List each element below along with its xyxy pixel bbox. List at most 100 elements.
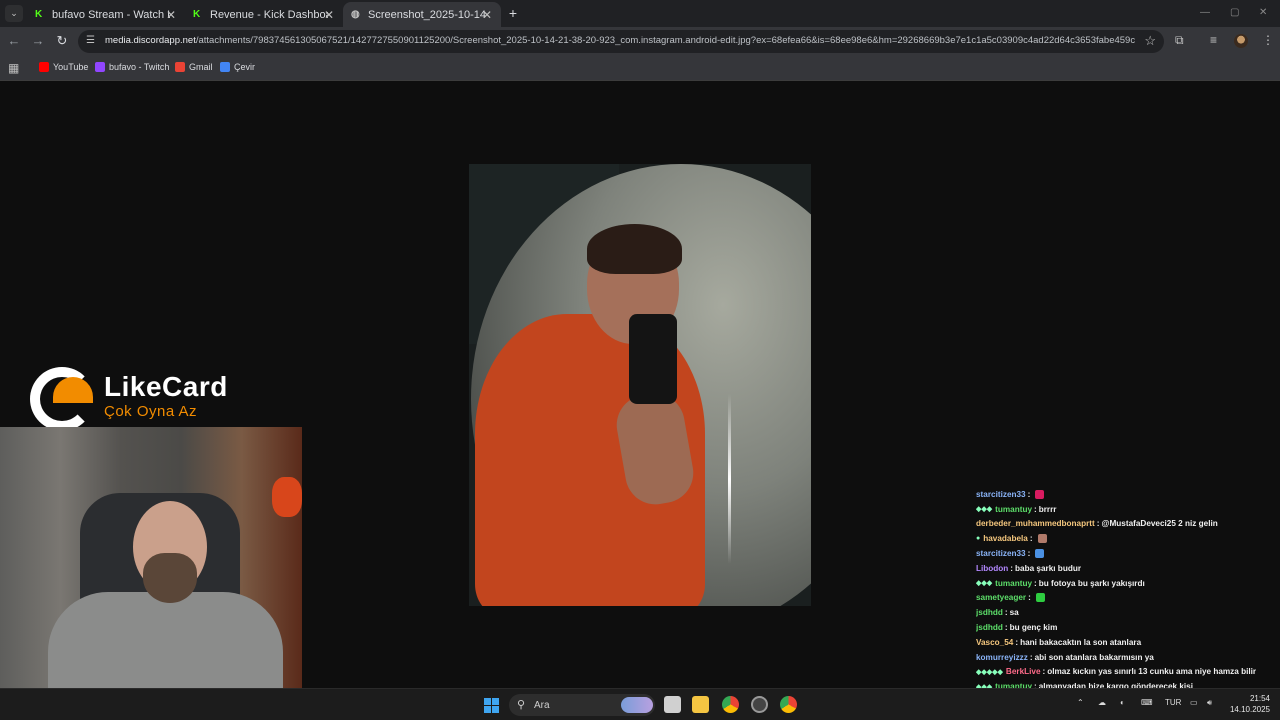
volume-icon[interactable]: 🔊︎ xyxy=(1207,698,1212,708)
bookmark-youtube[interactable]: YouTube xyxy=(39,62,88,72)
obs-icon[interactable] xyxy=(751,696,768,713)
chat-username[interactable]: BerkLive xyxy=(1006,667,1041,676)
taskbar-search[interactable]: ⚲ Ara xyxy=(509,694,655,716)
browser-toolbar: ← → ↻ ☰ media.discordapp.net/attachments… xyxy=(0,27,1280,56)
chat-username[interactable]: havadabela xyxy=(983,534,1028,543)
chat-message: ◆◆◆ tumantuy : brrrr xyxy=(976,502,1276,517)
search-icon: ⚲ xyxy=(517,699,526,711)
gmail-icon xyxy=(175,62,185,72)
chat-separator: : xyxy=(1096,519,1100,529)
close-icon[interactable]: ✕ xyxy=(482,8,492,22)
url-text[interactable]: media.discordapp.net/attachments/7983745… xyxy=(105,35,1135,46)
task-view-icon[interactable] xyxy=(664,696,681,713)
youtube-icon xyxy=(39,62,49,72)
chat-message: jsdhdd : bu genç kim xyxy=(976,620,1276,635)
chat-username[interactable]: jsdhdd xyxy=(976,623,1003,632)
tab-search-button[interactable]: ⌄ xyxy=(5,5,23,22)
extensions-icon[interactable]: ⧉ xyxy=(1175,33,1184,48)
webcam-lamp xyxy=(272,477,302,517)
bookmark-translate[interactable]: Çevir xyxy=(220,62,255,72)
chat-username[interactable]: Vasco_54 xyxy=(976,638,1013,647)
reload-icon[interactable]: ↻ xyxy=(54,33,70,49)
chat-emote-icon xyxy=(1035,489,1045,499)
chat-text: bu genç kim xyxy=(1009,623,1058,633)
tray-chevron-icon[interactable]: ⌃ xyxy=(1077,698,1084,707)
bookmarks-bar: ▦ YouTube bufavo - Twitch Gmail Çevir xyxy=(0,56,1280,81)
translate-icon xyxy=(220,62,230,72)
bookmark-label: YouTube xyxy=(53,62,89,72)
chat-badges: ◆◆◆ xyxy=(976,506,993,514)
chat-message: ● havadabela : xyxy=(976,531,1276,546)
kick-icon: K xyxy=(35,8,43,20)
clock-time: 21:54 xyxy=(1249,694,1270,703)
tray-cloud-icon[interactable]: ☁ xyxy=(1098,698,1106,707)
windows-start-icon[interactable] xyxy=(484,698,499,713)
chat-username[interactable]: starcitizen33 xyxy=(976,490,1026,499)
streamer-webcam xyxy=(0,427,302,688)
chat-separator: : xyxy=(1034,504,1037,514)
chat-username[interactable]: derbeder_muhammedbonaprtt xyxy=(976,519,1095,528)
menu-icon[interactable]: ⋮ xyxy=(1262,33,1274,47)
globe-icon: ◍ xyxy=(351,8,360,20)
chat-separator: : xyxy=(1028,593,1031,603)
tab-kick-dashboard[interactable]: K Revenue - Kick Dashboard ✕ xyxy=(185,2,343,27)
chrome-icon[interactable] xyxy=(780,696,797,713)
close-icon[interactable]: ✕ xyxy=(166,8,176,22)
chat-message: sametyeager : xyxy=(976,591,1276,606)
tab-title: Revenue - Kick Dashboard xyxy=(210,8,328,21)
chat-username[interactable]: Libodon xyxy=(976,564,1008,573)
chat-text: sa xyxy=(1009,608,1019,618)
chat-separator: : xyxy=(1034,578,1037,588)
media-controls-icon[interactable]: ≡ xyxy=(1210,33,1217,47)
close-window-icon[interactable]: ✕ xyxy=(1259,7,1267,18)
system-clock[interactable]: 21:54 14.10.2025 xyxy=(1226,693,1270,715)
language-indicator[interactable]: TUR xyxy=(1165,698,1181,707)
webcam-person-shirt xyxy=(48,592,283,688)
clock-date: 14.10.2025 xyxy=(1229,705,1270,714)
chat-badges: ● xyxy=(976,535,981,543)
apps-icon[interactable]: ▦ xyxy=(8,61,19,75)
likecard-slogan: Çok Oyna Az xyxy=(104,403,198,420)
chat-message: starcitizen33 : xyxy=(976,487,1276,502)
bookmark-label: bufavo - Twitch xyxy=(109,62,170,72)
bookmark-star-icon[interactable]: ☆ xyxy=(1144,33,1156,49)
displayed-photo[interactable] xyxy=(469,164,811,606)
tray-keyboard-icon[interactable]: ⌨ xyxy=(1141,698,1153,707)
chat-username[interactable]: tumantuy xyxy=(995,505,1032,514)
close-icon[interactable]: ✕ xyxy=(324,8,334,22)
chat-message: Vasco_54 : hani bakacaktın la son atanla… xyxy=(976,635,1276,650)
chat-username[interactable]: tumantuy xyxy=(995,579,1032,588)
minimize-icon[interactable]: — xyxy=(1200,7,1210,18)
tray-app-icon[interactable]: ◐ xyxy=(1120,698,1125,707)
back-icon[interactable]: ← xyxy=(6,33,22,49)
tab-title: Screenshot_2025-10-14-21-38 xyxy=(368,8,486,21)
address-bar[interactable]: ☰ media.discordapp.net/attachments/79837… xyxy=(78,30,1164,53)
chat-username[interactable]: komurreyizzz xyxy=(976,653,1028,662)
chat-text: brrrr xyxy=(1038,504,1057,514)
file-explorer-icon[interactable] xyxy=(692,696,709,713)
chat-text: baba şarkı budur xyxy=(1015,563,1082,573)
restore-icon[interactable]: ▢ xyxy=(1230,7,1239,18)
chat-username[interactable]: sametyeager xyxy=(976,593,1026,602)
bookmark-twitch[interactable]: bufavo - Twitch xyxy=(95,62,169,72)
chat-username[interactable]: jsdhdd xyxy=(976,608,1003,617)
chat-text: hani bakacaktın la son atanlara xyxy=(1020,637,1142,647)
tab-title: bufavo Stream - Watch Live on xyxy=(52,8,170,21)
tab-kick-stream[interactable]: K bufavo Stream - Watch Live on ✕ xyxy=(27,2,185,27)
profile-avatar[interactable] xyxy=(1234,34,1248,48)
site-info-icon[interactable]: ☰ xyxy=(86,35,98,47)
twitch-icon xyxy=(95,62,105,72)
network-icon[interactable]: ▭ xyxy=(1190,698,1198,707)
photo-light-flare xyxy=(728,394,731,564)
chat-username[interactable]: starcitizen33 xyxy=(976,549,1026,558)
forward-icon[interactable]: → xyxy=(30,33,46,49)
chat-overlay: starcitizen33 : ◆◆◆ tumantuy : brrrr derbe… xyxy=(976,487,1276,709)
bookmark-gmail[interactable]: Gmail xyxy=(175,62,213,72)
chat-separator: : xyxy=(1042,667,1046,677)
webcam-person-beard xyxy=(143,553,197,603)
chat-message: jsdhdd : sa xyxy=(976,605,1276,620)
tab-screenshot[interactable]: ◍ Screenshot_2025-10-14-21-38 ✕ xyxy=(343,2,501,27)
new-tab-button[interactable]: + xyxy=(505,5,521,21)
chrome-icon[interactable] xyxy=(722,696,739,713)
chat-badges: ◆◆◆ xyxy=(976,580,993,588)
